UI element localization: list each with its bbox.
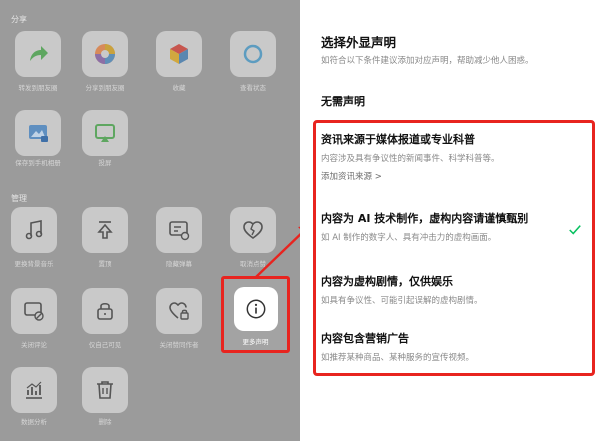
analytics-icon [26, 381, 42, 399]
close-endorse-button[interactable] [156, 288, 202, 334]
option-desc: 如推荐某种商品、某种服务的宣传视频。 [321, 353, 475, 363]
change-music-button[interactable] [11, 207, 57, 253]
save-image-icon [29, 125, 48, 142]
checkmark-icon [569, 225, 581, 235]
music-icon [25, 220, 43, 240]
save-image-button[interactable] [15, 110, 61, 156]
option-desc: 如 AI 制作的数字人、具有冲击力的虚构画面。 [321, 233, 497, 243]
statement-panel: 选择外显声明 如符合以下条件建议添加对应声明，帮助减少他人困惑。 无需声明 资讯… [300, 0, 600, 441]
private-button[interactable] [82, 288, 128, 334]
option-title: 内容包含营销广告 [321, 332, 409, 345]
option-title: 内容为虚构剧情，仅供娱乐 [321, 275, 453, 288]
delete-label: 删除 [98, 418, 112, 426]
status-icon [243, 44, 263, 64]
option-title: 内容为 AI 技术制作，虚构内容请谨慎甄别 [321, 212, 529, 225]
pin-top-button[interactable] [82, 207, 128, 253]
option-marketing[interactable]: 内容包含营销广告 如推荐某种商品、某种服务的宣传视频。 [321, 330, 583, 363]
page-title: 选择外显声明 [321, 35, 397, 50]
moments-icon [95, 44, 115, 64]
forward-icon [30, 46, 48, 61]
info-icon [246, 299, 266, 319]
section-label-manage: 管理 [11, 194, 27, 203]
section-label-share: 分享 [11, 15, 27, 24]
comment-off-icon [24, 302, 44, 321]
hide-danmaku-button[interactable] [156, 207, 202, 253]
statement-options-highlight: 资讯来源于媒体报道或专业科普 内容涉及具有争议性的新闻事件、科学科普等。 添加资… [313, 120, 595, 376]
favorite-label: 收藏 [172, 84, 186, 92]
analytics-label: 数据分析 [21, 418, 47, 426]
status-label: 查看状态 [240, 84, 266, 92]
status-button[interactable] [230, 31, 276, 77]
hide-danmaku-label: 隐藏弹幕 [166, 260, 192, 268]
lock-icon [97, 302, 113, 320]
close-comment-button[interactable] [11, 288, 57, 334]
cast-button[interactable] [82, 110, 128, 156]
more-statements-highlight: 更多声明 [221, 276, 290, 353]
no-statement-option[interactable]: 无需声明 [321, 93, 365, 109]
danmaku-icon [169, 221, 190, 241]
pin-top-icon [97, 221, 113, 239]
option-desc: 如具有争议性、可能引起误解的虚构剧情。 [321, 296, 483, 306]
cast-label: 投屏 [98, 159, 112, 167]
option-title: 资讯来源于媒体报道或专业科普 [321, 133, 475, 146]
share-moments-button[interactable] [82, 31, 128, 77]
add-source-link[interactable]: 添加资讯来源 > [321, 170, 583, 182]
analytics-button[interactable] [11, 367, 57, 413]
more-statements-label: 更多声明 [242, 338, 269, 346]
more-statements-button[interactable] [234, 287, 278, 331]
close-endorse-label: 关闭赞同作者 [159, 341, 199, 349]
option-news-source[interactable]: 资讯来源于媒体报道或专业科普 内容涉及具有争议性的新闻事件、科学科普等。 添加资… [321, 131, 583, 182]
delete-button[interactable] [82, 367, 128, 413]
favorite-button[interactable] [156, 31, 202, 77]
page-subtitle: 如符合以下条件建议添加对应声明，帮助减少他人困惑。 [321, 56, 534, 66]
close-comment-label: 关闭评论 [21, 341, 47, 349]
favorite-icon [170, 44, 188, 64]
option-fictional[interactable]: 内容为虚构剧情，仅供娱乐 如具有争议性、可能引起误解的虚构剧情。 [321, 273, 583, 306]
option-ai-generated[interactable]: 内容为 AI 技术制作，虚构内容请谨慎甄别 如 AI 制作的数字人、具有冲击力的… [321, 210, 583, 243]
cast-icon [95, 124, 115, 142]
trash-icon [97, 381, 113, 399]
heart-lock-icon [169, 302, 189, 320]
share-moments-label: 分享到朋友圈 [85, 84, 125, 92]
private-label: 仅自己可见 [88, 341, 122, 349]
option-desc: 内容涉及具有争议性的新闻事件、科学科普等。 [321, 154, 500, 164]
forward-button[interactable] [15, 31, 61, 77]
change-music-label: 更换背景音乐 [14, 260, 54, 268]
pin-top-label: 置顶 [98, 260, 112, 268]
